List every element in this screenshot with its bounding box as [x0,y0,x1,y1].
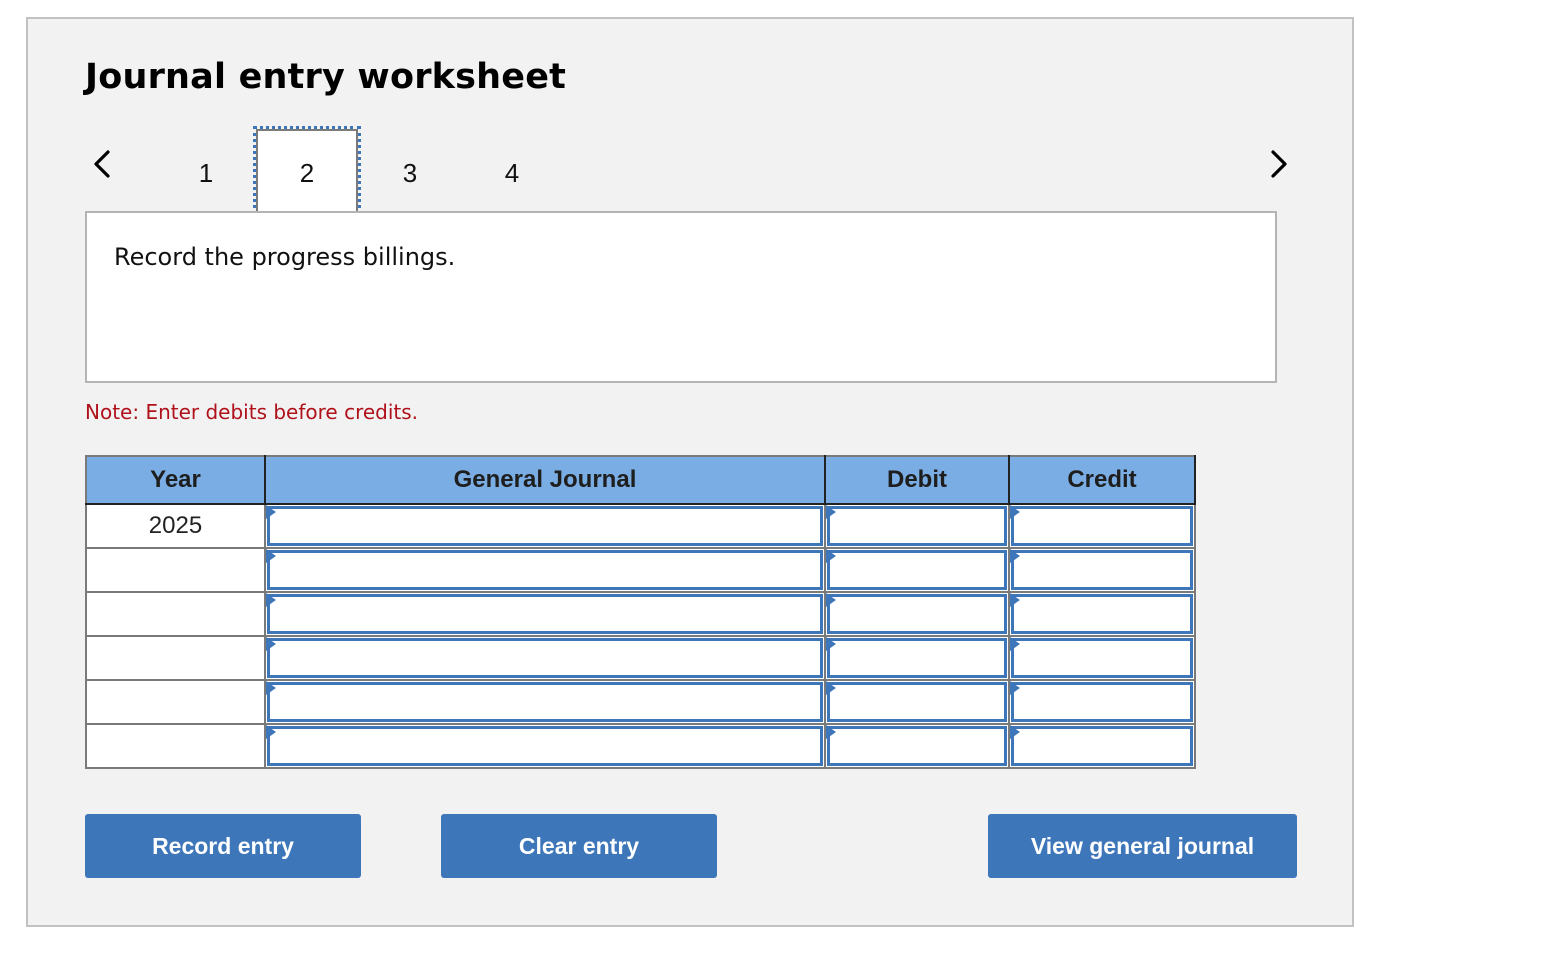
dropdown-flag-icon [1010,681,1020,695]
dropdown-flag-icon [1010,725,1020,739]
year-cell[interactable] [85,635,266,681]
record-entry-button[interactable]: Record entry [85,814,361,878]
account-cell [264,503,826,549]
view-general-journal-button[interactable]: View general journal [988,814,1297,878]
dropdown-flag-icon [826,505,836,519]
year-cell[interactable] [85,679,266,725]
credit-cell [1008,723,1196,769]
debit-cell [824,635,1010,681]
journal-table: Year General Journal Debit Credit 2025 [85,455,1196,769]
dropdown-flag-icon [826,725,836,739]
account-cell [264,723,826,769]
year-cell[interactable]: 2025 [85,503,266,549]
dropdown-flag-icon [266,681,276,695]
page-tab-2[interactable]: 2 [253,126,361,220]
account-input[interactable] [267,506,823,546]
debit-input[interactable] [827,726,1007,766]
dropdown-flag-icon [266,637,276,651]
year-cell[interactable] [85,723,266,769]
dropdown-flag-icon [1010,593,1020,607]
year-cell[interactable] [85,591,266,637]
table-header-row: Year General Journal Debit Credit [85,455,1196,505]
debit-input[interactable] [827,594,1007,634]
table-row [85,679,1196,725]
table-row [85,547,1196,593]
note-text: Note: Enter debits before credits. [85,400,419,424]
table-row [85,635,1196,681]
dropdown-flag-icon [266,593,276,607]
chevron-left-icon [94,150,110,178]
debit-input[interactable] [827,550,1007,590]
account-input[interactable] [267,682,823,722]
prev-page-button[interactable] [87,147,117,181]
page-tab-4[interactable]: 4 [461,129,563,217]
dropdown-flag-icon [826,681,836,695]
page-title: Journal entry worksheet [85,57,567,97]
clear-entry-button[interactable]: Clear entry [441,814,717,878]
debit-input[interactable] [827,682,1007,722]
account-cell [264,679,826,725]
dropdown-flag-icon [266,725,276,739]
dropdown-flag-icon [826,549,836,563]
year-cell[interactable] [85,547,266,593]
credit-input[interactable] [1011,682,1193,722]
next-page-button[interactable] [1264,147,1294,181]
credit-input[interactable] [1011,638,1193,678]
account-cell [264,547,826,593]
table-row: 2025 [85,503,1196,549]
table-row [85,723,1196,769]
header-debit: Debit [824,455,1010,505]
page-tab-3[interactable]: 3 [359,129,461,217]
debit-cell [824,723,1010,769]
account-cell [264,635,826,681]
page-tab-1[interactable]: 1 [155,129,257,217]
debit-cell [824,547,1010,593]
dropdown-flag-icon [266,505,276,519]
account-input[interactable] [267,550,823,590]
dropdown-flag-icon [826,637,836,651]
header-credit: Credit [1008,455,1196,505]
credit-cell [1008,591,1196,637]
credit-input[interactable] [1011,594,1193,634]
debit-input[interactable] [827,638,1007,678]
prompt-box: Record the progress billings. [85,211,1277,383]
chevron-right-icon [1271,150,1287,178]
header-general-journal: General Journal [264,455,826,505]
credit-input[interactable] [1011,506,1193,546]
dropdown-flag-icon [826,593,836,607]
credit-cell [1008,635,1196,681]
credit-cell [1008,679,1196,725]
credit-cell [1008,503,1196,549]
header-year: Year [85,455,266,505]
table-row [85,591,1196,637]
debit-input[interactable] [827,506,1007,546]
dropdown-flag-icon [1010,637,1020,651]
dropdown-flag-icon [1010,549,1020,563]
debit-cell [824,679,1010,725]
credit-input[interactable] [1011,726,1193,766]
credit-input[interactable] [1011,550,1193,590]
prompt-text: Record the progress billings. [114,243,456,271]
account-input[interactable] [267,594,823,634]
debit-cell [824,503,1010,549]
account-cell [264,591,826,637]
debit-cell [824,591,1010,637]
account-input[interactable] [267,726,823,766]
account-input[interactable] [267,638,823,678]
journal-worksheet-panel: Journal entry worksheet 1 2 3 4 Record t… [26,17,1354,927]
dropdown-flag-icon [1010,505,1020,519]
dropdown-flag-icon [266,549,276,563]
credit-cell [1008,547,1196,593]
